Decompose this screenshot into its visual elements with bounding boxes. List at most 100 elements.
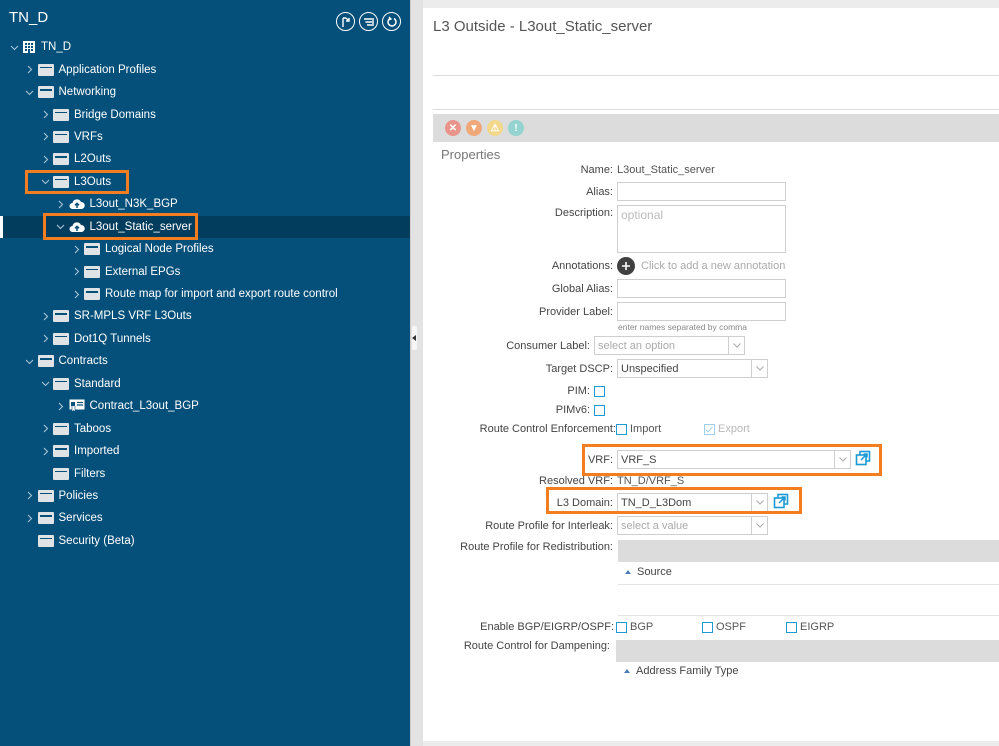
tree-item-taboos[interactable]: Taboos bbox=[0, 417, 410, 439]
tree-item-policies[interactable]: Policies bbox=[0, 485, 410, 507]
tree-item-filters[interactable]: Filters bbox=[0, 462, 410, 484]
tree-item-contracts[interactable]: Contracts bbox=[0, 350, 410, 372]
redistribution-column-source[interactable]: Source bbox=[625, 566, 672, 578]
eigrp-label: EIGRP bbox=[800, 621, 835, 633]
ospf-checkbox[interactable] bbox=[702, 621, 713, 633]
chevron-right-icon[interactable] bbox=[39, 310, 51, 322]
chevron-right-icon[interactable] bbox=[70, 266, 82, 278]
tree-item-networking[interactable]: Networking bbox=[0, 81, 410, 103]
global-alias-row: Global Alias: bbox=[423, 279, 786, 298]
eigrp-checkbox[interactable] bbox=[786, 621, 797, 633]
folder-icon bbox=[53, 175, 69, 188]
description-textarea[interactable]: optional bbox=[617, 205, 786, 253]
chevron-right-icon[interactable] bbox=[39, 333, 51, 345]
tree-item-imported[interactable]: Imported bbox=[0, 440, 410, 462]
chevron-right-icon[interactable] bbox=[39, 423, 51, 435]
minor-fault-icon[interactable]: ⚠ bbox=[487, 120, 503, 136]
tree-item-label: Contracts bbox=[58, 355, 108, 368]
add-annotation-icon[interactable] bbox=[617, 257, 635, 275]
chevron-down-icon[interactable] bbox=[39, 176, 51, 188]
tree-item-tn-d[interactable]: TN_D bbox=[0, 36, 410, 58]
tree-item-l2outs[interactable]: L2Outs bbox=[0, 148, 410, 170]
tree-item-application-profiles[interactable]: Application Profiles bbox=[0, 58, 410, 80]
pane-splitter[interactable] bbox=[410, 0, 423, 746]
l3-domain-row: L3 Domain: TN_D_L3Dom bbox=[423, 493, 789, 512]
alias-input[interactable] bbox=[617, 182, 786, 201]
global-alias-label: Global Alias: bbox=[551, 282, 613, 295]
pim-checkbox[interactable] bbox=[594, 385, 605, 397]
refresh-icon[interactable] bbox=[382, 12, 401, 31]
tree-item-standard[interactable]: Standard bbox=[0, 373, 410, 395]
chevron-right-icon[interactable] bbox=[24, 512, 36, 524]
tree-item-security-beta[interactable]: Security (Beta) bbox=[0, 530, 410, 552]
tree-item-vrfs[interactable]: VRFs bbox=[0, 126, 410, 148]
chevron-right-icon[interactable] bbox=[70, 243, 82, 255]
import-checkbox[interactable] bbox=[616, 423, 627, 435]
folder-icon bbox=[53, 130, 69, 143]
provider-label-input[interactable] bbox=[617, 302, 786, 321]
chevron-right-icon[interactable] bbox=[39, 109, 51, 121]
chevron-down-icon[interactable] bbox=[39, 378, 51, 390]
consumer-label-select[interactable]: select an option bbox=[594, 336, 745, 355]
filter-icon[interactable] bbox=[359, 12, 378, 31]
chevron-down-icon[interactable] bbox=[834, 451, 850, 468]
interleak-select[interactable]: select a value bbox=[617, 516, 768, 535]
column-label: Address Family Type bbox=[636, 665, 739, 677]
tree-item-dot1q-tunnels[interactable]: Dot1Q Tunnels bbox=[0, 328, 410, 350]
target-dscp-select[interactable]: Unspecified bbox=[617, 359, 768, 378]
tree-item-logical-node-profiles[interactable]: Logical Node Profiles bbox=[0, 238, 410, 260]
open-vrf-icon[interactable] bbox=[855, 450, 871, 469]
folder-icon bbox=[84, 288, 100, 301]
warning-fault-icon[interactable]: ! bbox=[508, 120, 524, 136]
chevron-right-icon[interactable] bbox=[24, 64, 36, 76]
tree-item-sr-mpls-vrf-l3outs[interactable]: SR-MPLS VRF L3Outs bbox=[0, 305, 410, 327]
critical-fault-icon[interactable]: ✕ bbox=[445, 120, 461, 136]
tree-item-l3out-static-server[interactable]: L3out_Static_server bbox=[0, 215, 410, 239]
dampening-row: Route Control for Dampening: bbox=[423, 640, 614, 652]
chevron-right-icon[interactable] bbox=[39, 445, 51, 457]
pimv6-checkbox[interactable] bbox=[594, 404, 605, 416]
chevron-down-icon[interactable] bbox=[24, 86, 36, 98]
chevron-right-icon[interactable] bbox=[70, 288, 82, 300]
vrf-select[interactable]: VRF_S bbox=[617, 450, 851, 469]
chevron-right-icon[interactable] bbox=[55, 198, 67, 210]
tree-item-external-epgs[interactable]: External EPGs bbox=[0, 260, 410, 282]
bgp-checkbox[interactable] bbox=[616, 621, 627, 633]
sort-asc-icon bbox=[624, 669, 630, 673]
dampening-column-address-family[interactable]: Address Family Type bbox=[624, 665, 739, 677]
major-fault-icon[interactable]: ▼ bbox=[466, 120, 482, 136]
tree-item-label: Imported bbox=[74, 445, 120, 458]
l3-domain-select[interactable]: TN_D_L3Dom bbox=[617, 493, 768, 512]
annotations-label: Annotations: bbox=[551, 260, 613, 272]
consumer-label-label: Consumer Label: bbox=[506, 339, 590, 352]
chevron-down-icon[interactable] bbox=[55, 221, 67, 233]
chevron-right-icon[interactable] bbox=[39, 153, 51, 165]
chevron-down-icon[interactable] bbox=[751, 494, 767, 511]
chevron-right-icon[interactable] bbox=[24, 490, 36, 502]
chevron-down-icon[interactable] bbox=[24, 355, 36, 367]
tree-item-l3outs[interactable]: L3Outs bbox=[0, 171, 410, 193]
folder-icon bbox=[37, 512, 54, 525]
tree-item-bridge-domains[interactable]: Bridge Domains bbox=[0, 103, 410, 125]
chevron-down-icon[interactable] bbox=[728, 337, 744, 354]
chevron-down-icon[interactable] bbox=[8, 41, 20, 53]
open-l3-domain-icon[interactable] bbox=[773, 493, 789, 512]
tree-item-route-map-for-import-and-export-route-control[interactable]: Route map for import and export route co… bbox=[0, 283, 410, 305]
dock-icon[interactable] bbox=[336, 12, 355, 31]
tree-item-contract-l3out-bgp[interactable]: Contract_L3out_BGP bbox=[0, 395, 410, 417]
routing-protocols-row: Enable BGP/EIGRP/OSPF: BGP OSPF EIGRP bbox=[423, 621, 834, 633]
collapse-handle[interactable] bbox=[412, 326, 417, 350]
l3-domain-label: L3 Domain: bbox=[556, 496, 613, 509]
tree-item-services[interactable]: Services bbox=[0, 507, 410, 529]
chevron-right-icon[interactable] bbox=[39, 131, 51, 143]
redistribution-row: Route Profile for Redistribution: bbox=[423, 541, 617, 553]
chevron-down-icon[interactable] bbox=[751, 360, 767, 377]
add-annotation-link[interactable]: Click to add a new annotation bbox=[641, 260, 785, 272]
global-alias-input[interactable] bbox=[617, 279, 786, 298]
chevron-right-icon[interactable] bbox=[55, 400, 67, 412]
import-label: Import bbox=[630, 423, 662, 435]
chevron-down-icon[interactable] bbox=[751, 517, 767, 534]
tree-item-l3out-n3k-bgp[interactable]: L3out_N3K_BGP bbox=[0, 193, 410, 215]
consumer-label-placeholder: select an option bbox=[598, 339, 676, 352]
divider bbox=[433, 75, 999, 76]
